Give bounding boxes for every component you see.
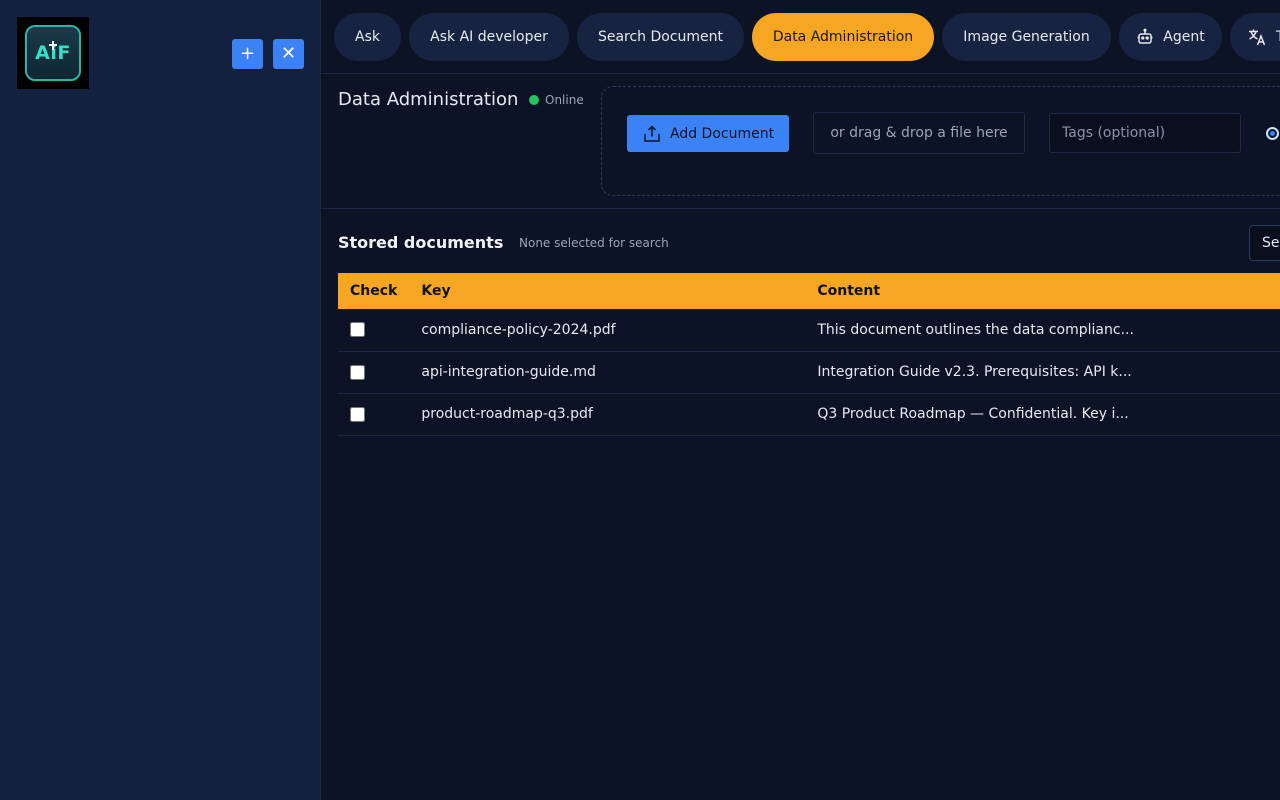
- tab-ask[interactable]: Ask: [334, 13, 401, 61]
- documents-table: Check Key Content compliance-policy-2024…: [338, 273, 1280, 436]
- close-sidebar-button[interactable]: ✕: [273, 39, 304, 69]
- status-badge: Online: [529, 93, 584, 107]
- tab-search-document[interactable]: Search Document: [577, 13, 744, 61]
- tab-agent[interactable]: Agent: [1119, 13, 1222, 61]
- search-selected-button[interactable]: Se: [1249, 225, 1280, 261]
- tab-bar: Ask Ask AI developer Search Document Dat…: [321, 0, 1280, 74]
- tab-label: T: [1276, 29, 1280, 45]
- column-header-key: Key: [409, 273, 806, 309]
- column-header-check: Check: [338, 273, 410, 309]
- tab-label: Search Document: [597, 29, 724, 45]
- content-cell: This document outlines the data complian…: [805, 309, 1280, 352]
- column-header-content: Content: [805, 273, 1280, 309]
- tab-translate[interactable]: T: [1230, 13, 1280, 61]
- app-logo: AiF: [17, 17, 89, 89]
- upload-dropzone[interactable]: Add Document or drag & drop a file here: [601, 86, 1280, 196]
- tab-image-generation[interactable]: Image Generation: [942, 13, 1111, 61]
- option-radio[interactable]: [1266, 127, 1279, 140]
- admin-header: Data Administration Online Add Document …: [321, 74, 1280, 209]
- table-row: compliance-policy-2024.pdf This document…: [338, 309, 1280, 352]
- check-cell: [338, 393, 410, 436]
- tab-label: Agent: [1163, 29, 1205, 45]
- selection-status: None selected for search: [519, 236, 669, 250]
- add-document-button[interactable]: Add Document: [627, 115, 789, 152]
- key-cell: compliance-policy-2024.pdf: [409, 309, 806, 352]
- check-cell: [338, 351, 410, 394]
- logo-mark: AiF: [25, 25, 81, 81]
- translate-icon: [1249, 29, 1266, 46]
- content-cell: Q3 Product Roadmap — Confidential. Key i…: [805, 393, 1280, 436]
- sidebar: AiF + ✕: [0, 0, 320, 800]
- main-panel: Ask Ask AI developer Search Document Dat…: [320, 0, 1280, 800]
- content-cell: Integration Guide v2.3. Prerequisites: A…: [805, 351, 1280, 394]
- tab-label: Image Generation: [963, 29, 1090, 45]
- page-title: Data Administration: [338, 89, 519, 110]
- check-cell: [338, 309, 410, 352]
- tab-data-administration[interactable]: Data Administration: [752, 13, 934, 61]
- upload-icon: [644, 124, 660, 142]
- tags-input[interactable]: [1049, 113, 1241, 153]
- tab-label: Ask: [355, 29, 380, 45]
- table-row: product-roadmap-q3.pdf Q3 Product Roadma…: [338, 393, 1280, 436]
- key-cell: api-integration-guide.md: [409, 351, 806, 394]
- key-cell: product-roadmap-q3.pdf: [409, 393, 806, 436]
- table-row: api-integration-guide.md Integration Gui…: [338, 351, 1280, 394]
- stored-documents-title: Stored documents: [338, 233, 504, 252]
- new-chat-button[interactable]: +: [232, 39, 263, 69]
- row-checkbox[interactable]: [350, 406, 365, 422]
- tab-label: Data Administration: [772, 29, 914, 45]
- table-header-row: Check Key Content: [338, 273, 1280, 309]
- add-document-label: Add Document: [670, 125, 775, 142]
- drop-hint: or drag & drop a file here: [813, 112, 1025, 154]
- status-label: Online: [545, 93, 584, 107]
- row-checkbox[interactable]: [350, 322, 365, 338]
- tab-label: Ask AI developer: [430, 29, 548, 45]
- tab-ask-ai-developer[interactable]: Ask AI developer: [409, 13, 569, 61]
- sparkle-icon: [49, 41, 57, 50]
- online-dot-icon: [529, 95, 539, 105]
- row-checkbox[interactable]: [350, 364, 365, 380]
- robot-icon: [1137, 28, 1153, 44]
